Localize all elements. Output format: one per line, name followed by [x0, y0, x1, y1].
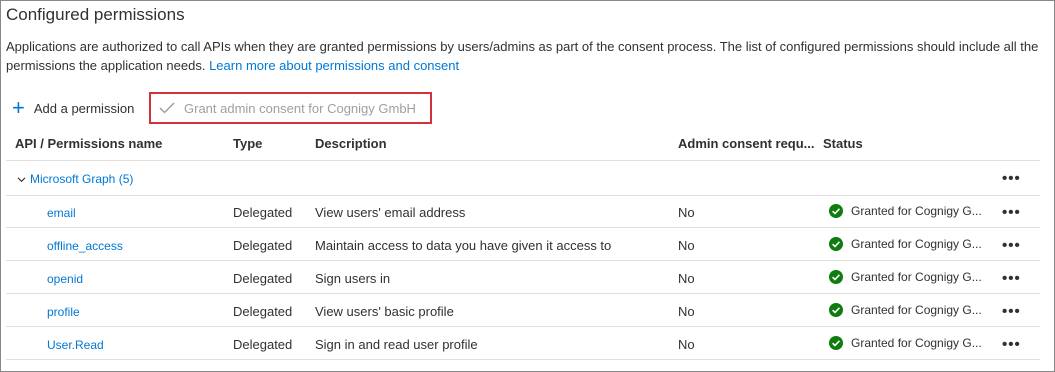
row-divider	[6, 359, 1040, 360]
add-permission-button[interactable]: + Add a permission	[12, 95, 135, 120]
admin-consent-required: No	[678, 304, 695, 319]
grant-admin-consent-label: Grant admin consent for Cognigy GmbH	[184, 100, 416, 116]
permission-name-link[interactable]: offline_access	[47, 239, 123, 253]
page-title: Configured permissions	[6, 5, 185, 24]
status-cell: Granted for Cognigy G...	[829, 204, 982, 218]
group-toggle[interactable]: Microsoft Graph (5)	[17, 172, 133, 186]
permission-name-link[interactable]: profile	[47, 305, 80, 319]
row-more-icon[interactable]: •••	[1002, 271, 1021, 286]
table-row[interactable]: offline_access Delegated Maintain access t…	[0, 228, 1040, 261]
permission-name-link[interactable]: email	[47, 206, 76, 220]
learn-more-link[interactable]: Learn more about permissions and consent	[209, 58, 459, 73]
header-api-name[interactable]: API / Permissions name	[15, 136, 162, 151]
header-status[interactable]: Status	[823, 136, 863, 151]
group-row-microsoft-graph[interactable]: Microsoft Graph (5) •••	[0, 165, 1040, 193]
checkmark-icon	[159, 102, 175, 114]
permission-description: Sign in and read user profile	[315, 337, 478, 352]
status-cell: Granted for Cognigy G...	[829, 237, 982, 251]
add-permission-label: Add a permission	[33, 100, 135, 116]
toolbar: + Add a permission	[12, 95, 134, 121]
header-admin-consent[interactable]: Admin consent requ...	[678, 136, 815, 151]
table-row[interactable]: profile Delegated View users' basic profil…	[0, 294, 1040, 327]
admin-consent-required: No	[678, 271, 695, 286]
grant-admin-consent-button[interactable]: Grant admin consent for Cognigy GmbH	[149, 92, 432, 124]
plus-icon: +	[12, 95, 25, 120]
permission-description: Maintain access to data you have given i…	[315, 238, 612, 253]
chevron-down-icon	[17, 176, 26, 182]
table-header: API / Permissions name Type Description …	[0, 133, 1040, 155]
status-text: Granted for Cognigy G...	[851, 204, 982, 218]
row-more-icon[interactable]: •••	[1002, 337, 1021, 352]
status-cell: Granted for Cognigy G...	[829, 336, 982, 350]
permission-description: Sign users in	[315, 271, 391, 286]
description-text: Applications are authorized to call APIs…	[6, 39, 1039, 73]
header-description[interactable]: Description	[315, 136, 387, 151]
status-cell: Granted for Cognigy G...	[829, 303, 982, 317]
admin-consent-required: No	[678, 337, 695, 352]
permission-name-link[interactable]: User.Read	[47, 338, 104, 352]
header-divider	[6, 160, 1040, 161]
section-description: Applications are authorized to call APIs…	[6, 37, 1046, 75]
group-label: Microsoft Graph (5)	[30, 172, 134, 186]
permission-type: Delegated	[233, 205, 293, 220]
table-row[interactable]: User.Read Delegated Sign in and read user …	[0, 327, 1040, 360]
table-row[interactable]: openid Delegated Sign users in No Granted fo…	[0, 261, 1040, 294]
check-circle-icon	[829, 237, 843, 251]
status-cell: Granted for Cognigy G...	[829, 270, 982, 284]
permission-description: View users' basic profile	[315, 304, 454, 319]
admin-consent-required: No	[678, 205, 695, 220]
status-text: Granted for Cognigy G...	[851, 336, 982, 350]
check-circle-icon	[829, 336, 843, 350]
permission-description: View users' email address	[315, 205, 466, 220]
row-more-icon[interactable]: •••	[1002, 205, 1021, 220]
permission-type: Delegated	[233, 304, 293, 319]
header-type[interactable]: Type	[233, 136, 262, 151]
status-text: Granted for Cognigy G...	[851, 237, 982, 251]
group-more-icon[interactable]: •••	[1002, 171, 1021, 186]
permission-type: Delegated	[233, 238, 293, 253]
status-text: Granted for Cognigy G...	[851, 303, 982, 317]
row-more-icon[interactable]: •••	[1002, 304, 1021, 319]
check-circle-icon	[829, 270, 843, 284]
row-more-icon[interactable]: •••	[1002, 238, 1021, 253]
status-text: Granted for Cognigy G...	[851, 270, 982, 284]
check-circle-icon	[829, 204, 843, 218]
table-row[interactable]: email Delegated View users' email address N…	[0, 195, 1040, 228]
check-circle-icon	[829, 303, 843, 317]
admin-consent-required: No	[678, 238, 695, 253]
permission-name-link[interactable]: openid	[47, 272, 83, 286]
permission-type: Delegated	[233, 271, 293, 286]
permission-type: Delegated	[233, 337, 293, 352]
